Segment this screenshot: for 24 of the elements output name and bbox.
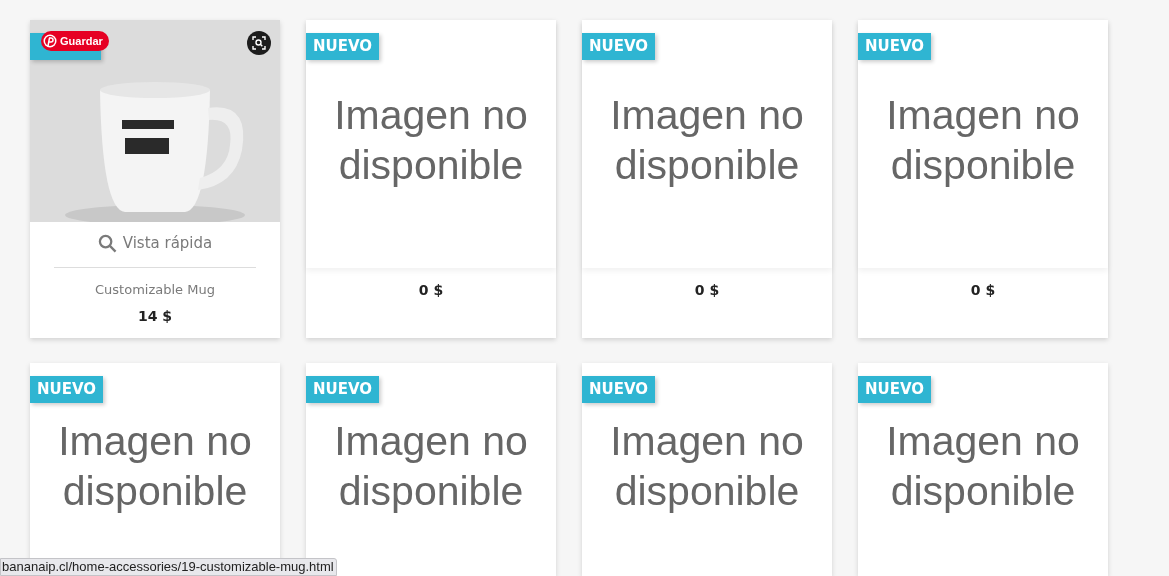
placeholder-text: Imagen no disponible <box>333 91 529 190</box>
new-badge: NUEVO <box>30 376 104 403</box>
new-badge: NUEVO <box>306 376 380 403</box>
new-badge: NUEVO <box>858 376 932 403</box>
product-price: 0 $ <box>693 281 721 299</box>
quick-view-link[interactable]: Vista rápida <box>97 231 213 255</box>
placeholder-text: Imagen no disponible <box>609 91 805 190</box>
placeholder-text: Imagen no disponible <box>885 416 1081 516</box>
pin-icon <box>43 34 57 48</box>
placeholder-text: Imagen no disponible <box>885 91 1081 190</box>
product-price: 0 $ <box>969 281 997 299</box>
new-badge: NUEVO <box>582 33 656 60</box>
url-tooltip: bananaip.cl/home-accessories/19-customizable-mug.html <box>0 558 337 576</box>
product-price: 0 $ <box>417 281 445 299</box>
search-icon <box>97 233 117 253</box>
new-badge: NUEVO <box>306 33 380 60</box>
product-price: 14 $ <box>136 307 174 325</box>
new-badge: NUEVO <box>582 376 656 403</box>
placeholder-text: Imagen no disponible <box>333 416 529 516</box>
placeholder-text: Imagen no disponible <box>57 416 253 516</box>
product-name[interactable]: Customizable Mug <box>30 281 280 299</box>
placeholder-text: Imagen no disponible <box>609 416 805 516</box>
save-button[interactable]: Guardar <box>41 31 109 51</box>
new-badge: NUEVO <box>858 33 932 60</box>
